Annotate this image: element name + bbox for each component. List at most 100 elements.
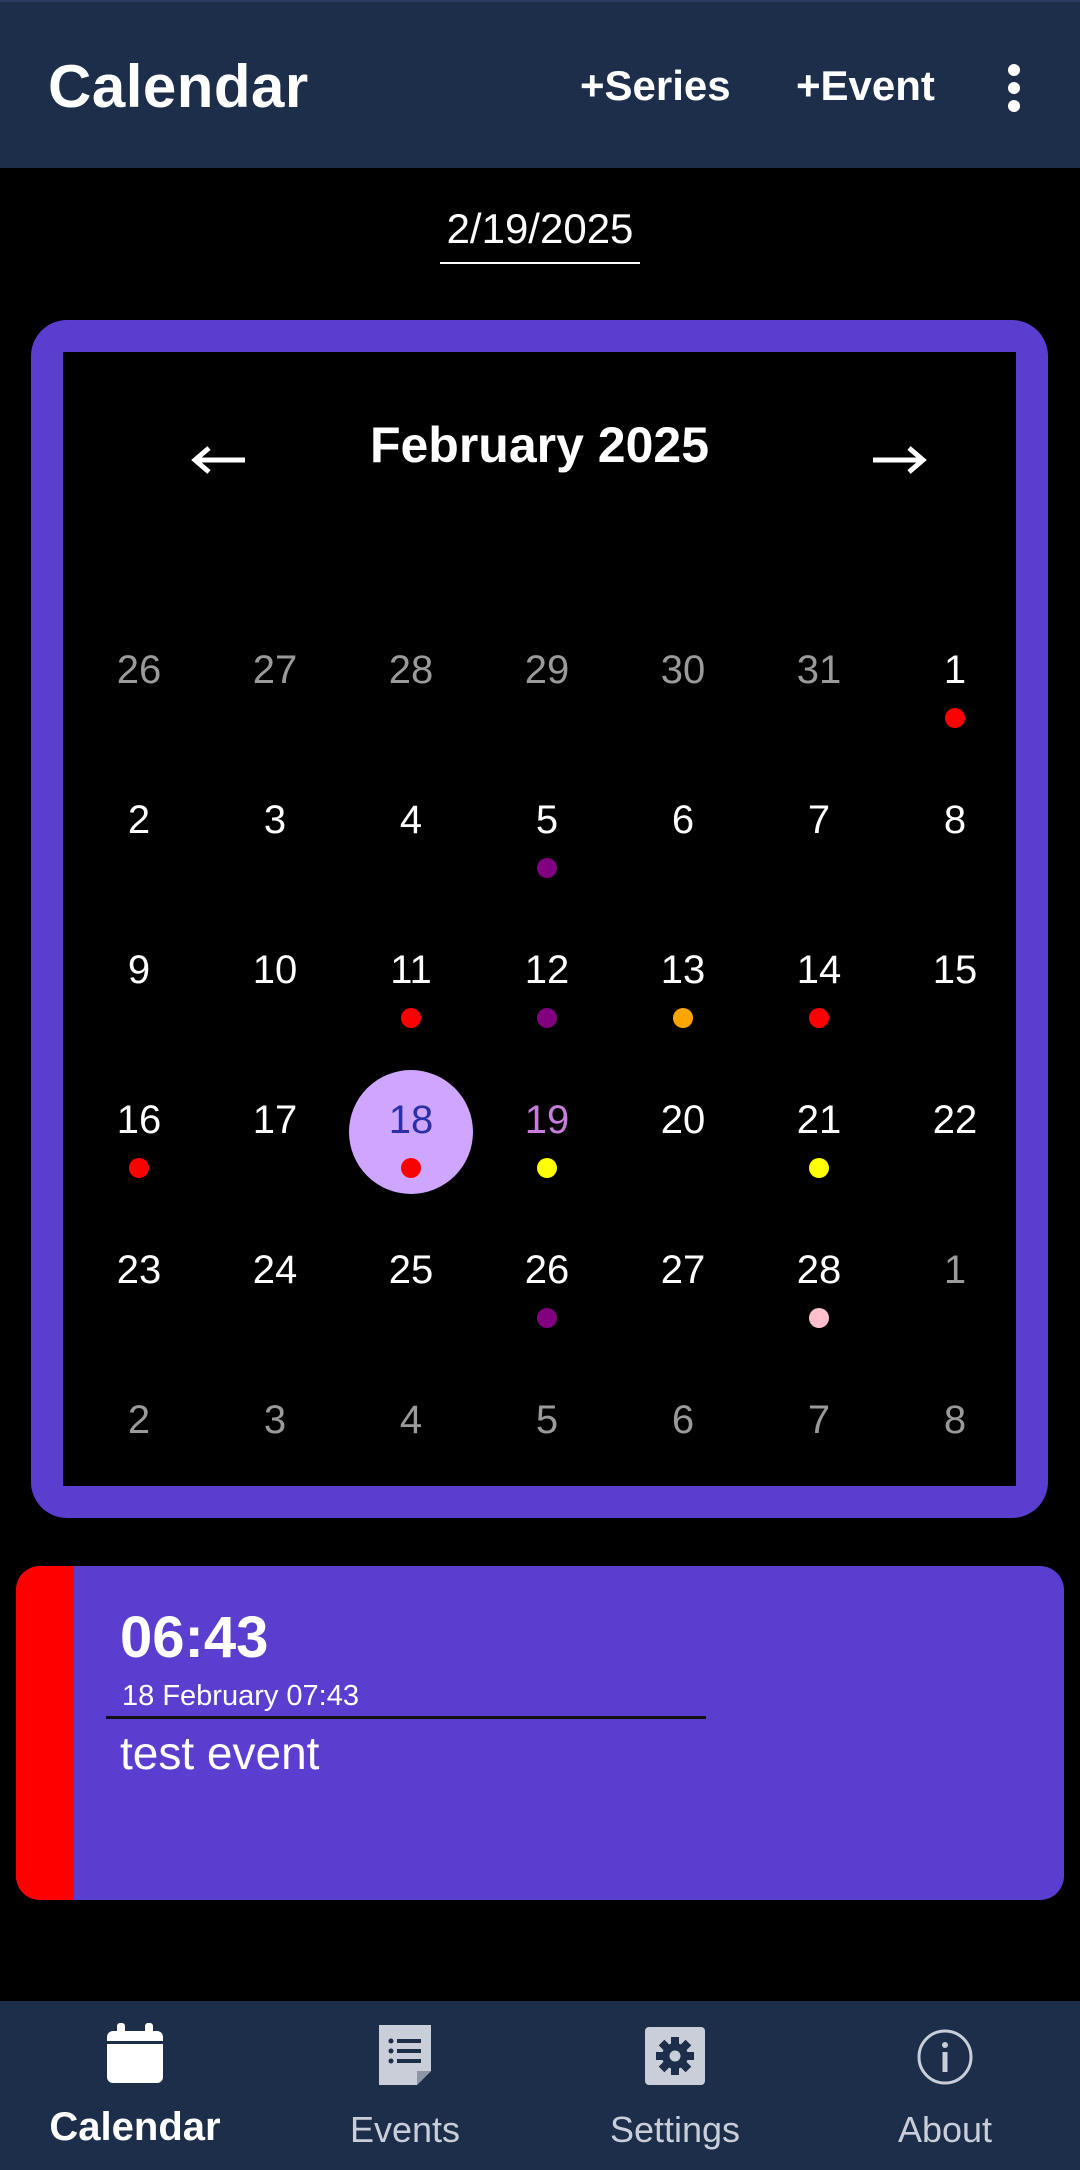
calendar-day-number: 3 [263, 1398, 287, 1442]
calendar-day-cell[interactable]: 26 [479, 1208, 615, 1358]
calendar-day-number: 16 [116, 1098, 162, 1142]
calendar-day-cell[interactable]: 2 [71, 758, 207, 908]
calendar-day-cell[interactable]: 6 [615, 758, 751, 908]
calendar-day-cell[interactable]: 23 [71, 1208, 207, 1358]
calendar-day-cell[interactable]: 17 [207, 1058, 343, 1208]
calendar-day-cell[interactable]: 6 [615, 1358, 751, 1508]
event-indicator-dot [537, 858, 557, 878]
calendar-week-row: 26 27 28 29 30 31 1 [63, 608, 1016, 758]
calendar-day-cell[interactable]: 1 [887, 1208, 1023, 1358]
add-event-button[interactable]: +Event [796, 62, 935, 110]
event-card[interactable]: 06:43 18 February 07:43 test event [16, 1566, 1064, 1900]
calendar-day-cell[interactable]: 30 [615, 608, 751, 758]
calendar-day-number: 22 [932, 1098, 978, 1142]
calendar-day-cell[interactable]: 9 [71, 908, 207, 1058]
calendar-day-number: 14 [796, 948, 842, 992]
calendar-day-number: 24 [252, 1248, 298, 1292]
calendar-day-cell[interactable]: 29 [479, 608, 615, 758]
calendar-day-cell[interactable]: 4 [343, 758, 479, 908]
calendar-day-number: 4 [399, 1398, 423, 1442]
calendar-day-cell[interactable]: 27 [207, 608, 343, 758]
calendar-day-cell[interactable]: 28 [343, 608, 479, 758]
calendar-day-cell[interactable]: 27 [615, 1208, 751, 1358]
calendar-day-number: 28 [796, 1248, 842, 1292]
calendar-day-cell[interactable]: 8 [887, 1358, 1023, 1508]
event-color-stripe [16, 1566, 74, 1900]
calendar-day-number: 15 [932, 948, 978, 992]
calendar-day-cell[interactable]: 5 [479, 1358, 615, 1508]
calendar-day-cell[interactable]: 26 [71, 608, 207, 758]
add-series-button[interactable]: +Series [580, 62, 731, 110]
calendar-day-cell[interactable]: 10 [207, 908, 343, 1058]
calendar-day-cell[interactable]: 3 [207, 758, 343, 908]
nav-label-events: Events [349, 2109, 461, 2150]
calendar-day-cell[interactable]: 8 [887, 758, 1023, 908]
calendar-day-cell[interactable]: 7 [751, 1358, 887, 1508]
calendar-day-cell[interactable]: 3 [207, 1358, 343, 1508]
calendar-day-cell[interactable]: 2 [71, 1358, 207, 1508]
calendar-day-number: 19 [524, 1098, 570, 1142]
event-indicator-dot [537, 1008, 557, 1028]
calendar-day-number: 1 [943, 648, 967, 692]
nav-label-settings: Settings [609, 2109, 741, 2150]
event-indicator-dot [945, 708, 965, 728]
calendar-day-number: 2 [127, 1398, 151, 1442]
calendar-day-cell[interactable]: 28 [751, 1208, 887, 1358]
calendar-day-cell[interactable]: 15 [887, 908, 1023, 1058]
nav-item-events[interactable]: Events [270, 2001, 540, 2170]
event-indicator-dot [809, 1158, 829, 1178]
calendar-day-cell[interactable]: 24 [207, 1208, 343, 1358]
calendar-day-cell[interactable]: 21 [751, 1058, 887, 1208]
nav-item-calendar[interactable]: Calendar [0, 2001, 270, 2170]
nav-item-about[interactable]: About [810, 2001, 1080, 2170]
calendar-body: February 2025 26 27 28 29 30 31 1 2 3 4 5 6 7 8 9 10 11 1… [63, 352, 1016, 1486]
event-name: test event [120, 1727, 320, 1779]
next-month-arrow-icon[interactable] [869, 440, 929, 480]
calendar-card: February 2025 26 27 28 29 30 31 1 2 3 4 5 6 7 8 9 10 11 1… [31, 320, 1048, 1518]
about-icon [917, 2029, 973, 2085]
event-indicator-dot [673, 1008, 693, 1028]
calendar-week-row: 2 3 4 5 6 7 8 [63, 758, 1016, 908]
event-time: 06:43 [120, 1605, 269, 1670]
calendar-day-cell[interactable]: 19 [479, 1058, 615, 1208]
calendar-day-cell[interactable]: 18 [343, 1058, 479, 1208]
date-field[interactable]: 2/19/2025 [440, 200, 640, 264]
calendar-day-number: 8 [943, 798, 967, 842]
calendar-day-number: 26 [116, 648, 162, 692]
calendar-day-cell[interactable]: 25 [343, 1208, 479, 1358]
calendar-day-cell[interactable]: 1 [887, 608, 1023, 758]
calendar-day-number: 29 [524, 648, 570, 692]
event-divider [106, 1716, 706, 1719]
calendar-day-cell[interactable]: 4 [343, 1358, 479, 1508]
calendar-day-cell[interactable]: 7 [751, 758, 887, 908]
calendar-day-cell[interactable]: 12 [479, 908, 615, 1058]
calendar-day-number: 5 [535, 1398, 559, 1442]
event-date-time: 18 February 07:43 [122, 1680, 359, 1712]
calendar-day-cell[interactable]: 20 [615, 1058, 751, 1208]
calendar-day-cell[interactable]: 31 [751, 608, 887, 758]
calendar-day-cell[interactable]: 11 [343, 908, 479, 1058]
calendar-day-cell[interactable]: 16 [71, 1058, 207, 1208]
calendar-day-cell[interactable]: 5 [479, 758, 615, 908]
bottom-navigation: Calendar Events Settings About [0, 2001, 1080, 2170]
more-options-icon[interactable] [998, 60, 1030, 116]
calendar-grid: 26 27 28 29 30 31 1 2 3 4 5 6 7 8 9 10 11 12 13 14 15 16 17 18 1… [63, 608, 1016, 1508]
calendar-day-number: 11 [390, 948, 432, 992]
app-bar: Calendar +Series +Event [0, 0, 1080, 168]
calendar-day-number: 20 [660, 1098, 706, 1142]
event-indicator-dot [401, 1008, 421, 1028]
calendar-day-number: 17 [252, 1098, 298, 1142]
nav-item-settings[interactable]: Settings [540, 2001, 810, 2170]
calendar-day-number: 28 [388, 648, 434, 692]
calendar-day-cell[interactable]: 14 [751, 908, 887, 1058]
calendar-day-number: 31 [796, 648, 842, 692]
calendar-day-number: 3 [263, 798, 287, 842]
calendar-icon [107, 2023, 163, 2083]
calendar-week-row: 16 17 18 19 20 21 22 [63, 1058, 1016, 1208]
events-icon [379, 2025, 431, 2085]
event-indicator-dot [809, 1008, 829, 1028]
calendar-day-number: 5 [535, 798, 559, 842]
previous-month-arrow-icon[interactable] [189, 440, 249, 480]
calendar-day-cell[interactable]: 13 [615, 908, 751, 1058]
calendar-day-cell[interactable]: 22 [887, 1058, 1023, 1208]
